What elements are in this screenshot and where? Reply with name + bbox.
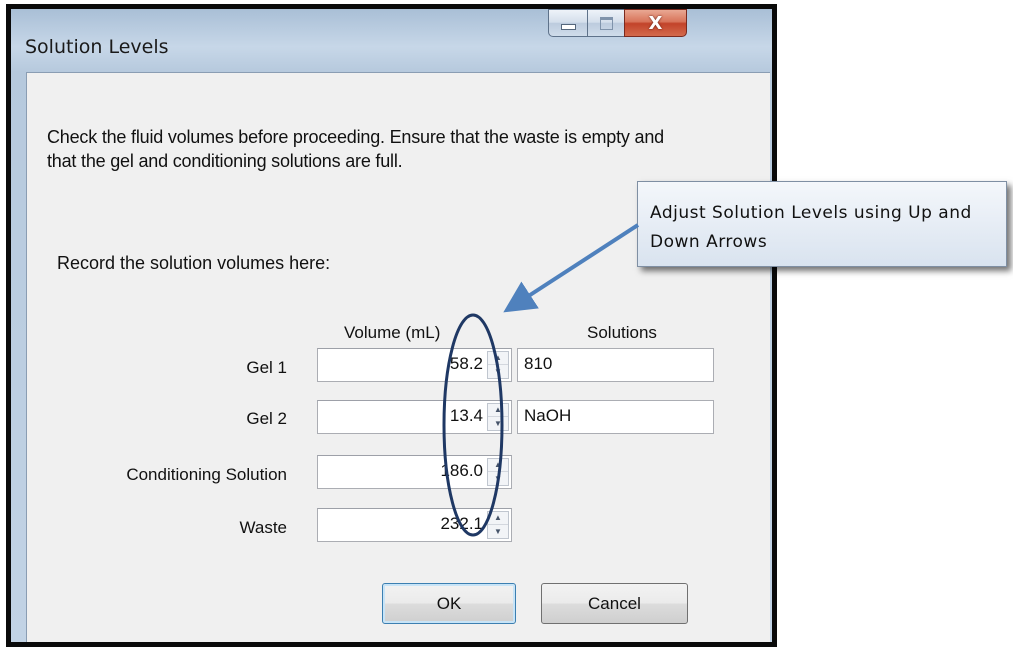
volume-input-waste[interactable]: 232.1 ▲ ▼ [317,508,512,542]
spin-down-arrow-icon[interactable]: ▼ [488,525,508,538]
dialog-window: Solution Levels X Check the fluid volume… [11,9,772,642]
volume-spinner[interactable]: ▲ ▼ [487,458,509,486]
minimize-icon [560,24,576,30]
volume-spinner[interactable]: ▲ ▼ [487,403,509,431]
spin-down-arrow-icon[interactable]: ▼ [488,365,508,378]
solution-value: NaOH [524,406,572,425]
window-title: Solution Levels [25,36,169,58]
spin-up-arrow-icon[interactable]: ▲ [488,459,508,472]
row-label-gel-2: Gel 2 [246,409,287,428]
solution-input-gel-1[interactable]: 810 [517,348,714,382]
spin-down-arrow-icon[interactable]: ▼ [488,417,508,430]
volume-spinner[interactable]: ▲ ▼ [487,511,509,539]
instruction-message: Check the fluid volumes before proceedin… [47,127,664,171]
volume-value: 58.2 [449,354,483,373]
row-label-conditioning-solution: Conditioning Solution [126,465,287,484]
spin-up-arrow-icon[interactable]: ▲ [488,404,508,417]
solution-input-gel-2[interactable]: NaOH [517,400,714,434]
screenshot-frame: Solution Levels X Check the fluid volume… [6,4,777,647]
record-prompt: Record the solution volumes here: [57,253,331,273]
row-label-waste: Waste [239,518,287,537]
volume-spinner[interactable]: ▲ ▼ [487,351,509,379]
spin-down-arrow-icon[interactable]: ▼ [488,472,508,485]
maximize-icon [599,16,613,30]
solution-value: 810 [524,354,553,373]
spin-up-arrow-icon[interactable]: ▲ [488,512,508,525]
volume-input-gel-2[interactable]: 13.4 ▲ ▼ [317,400,512,434]
maximize-button[interactable] [587,9,625,37]
solutions-column-header: Solutions [587,323,657,342]
cancel-button[interactable]: Cancel [541,583,688,624]
dialog-client-area: Check the fluid volumes before proceedin… [26,72,770,642]
close-icon: X [648,12,663,34]
row-label-gel-1: Gel 1 [246,358,287,377]
volume-value: 13.4 [449,406,483,425]
close-button[interactable]: X [624,9,687,37]
volume-value: 232.1 [440,514,483,533]
annotation-callout: Adjust Solution Levels using Up and Down… [637,181,1007,267]
volume-input-conditioning-solution[interactable]: 186.0 ▲ ▼ [317,455,512,489]
ok-button[interactable]: OK [382,583,516,624]
volume-value: 186.0 [440,461,483,480]
minimize-button[interactable] [548,9,588,37]
volume-column-header: Volume (mL) [344,323,441,342]
spin-up-arrow-icon[interactable]: ▲ [488,352,508,365]
volume-input-gel-1[interactable]: 58.2 ▲ ▼ [317,348,512,382]
